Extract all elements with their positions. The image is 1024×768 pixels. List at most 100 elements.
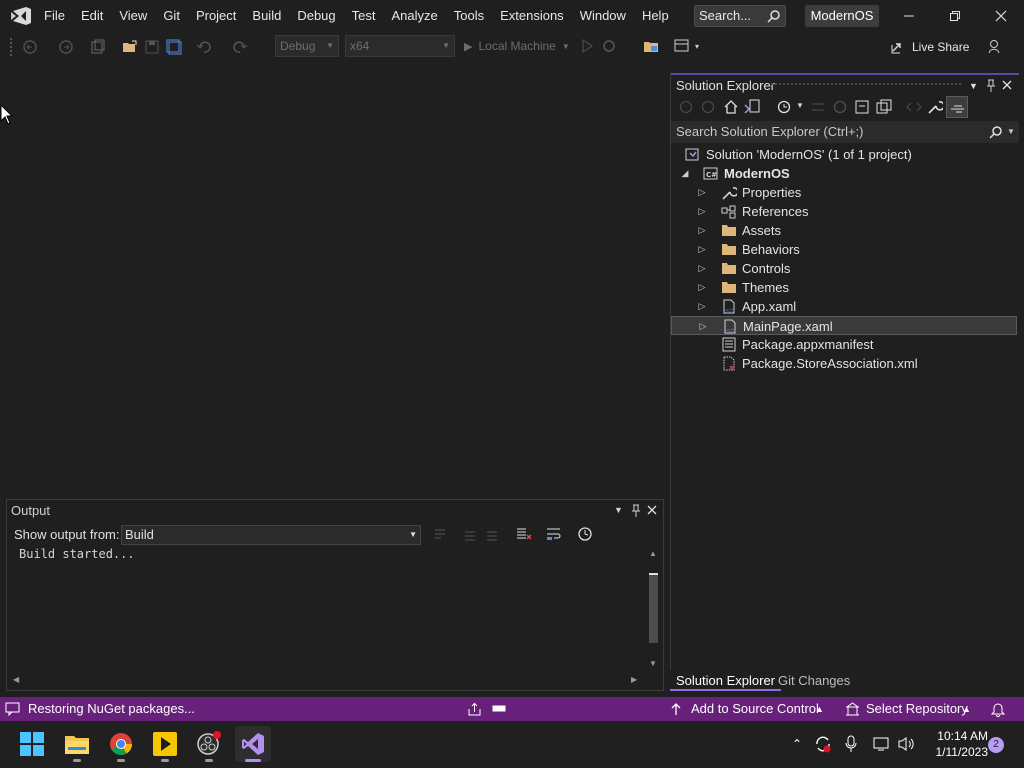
output-source-dropdown[interactable]: Build ▼ [121,525,421,545]
taskbar-media-player[interactable] [147,726,183,762]
select-repository-button[interactable]: Select Repository [866,697,968,721]
notification-bell-icon[interactable] [991,701,1005,717]
microphone-icon[interactable] [844,735,858,753]
pin-icon[interactable] [985,79,997,93]
collapsed-triangle-icon[interactable]: ▷ [696,221,708,240]
scroll-thumb[interactable] [649,573,658,643]
live-share-button[interactable]: Live Share [890,38,969,56]
taskbar-chrome[interactable] [103,726,139,762]
chevron-up-icon[interactable]: ▲ [815,697,824,721]
browse-folder-icon[interactable] [643,38,659,54]
taskbar-file-explorer[interactable] [59,726,95,762]
tree-item[interactable]: Package.appxmanifest [671,335,1017,354]
view-code-icon[interactable] [906,99,922,115]
pin-icon[interactable] [630,504,642,518]
clear-all-icon[interactable] [516,526,532,542]
volume-icon[interactable] [898,736,916,752]
tab-solution-explorer[interactable]: Solution Explorer [670,670,781,691]
collapsed-triangle-icon[interactable]: ▷ [696,259,708,278]
hot-reload-icon[interactable] [602,39,616,53]
menu-project[interactable]: Project [188,0,244,32]
open-folder-icon[interactable] [122,39,138,55]
start-button[interactable] [14,726,50,762]
clock-icon[interactable] [577,526,593,542]
back-nav-icon[interactable] [22,39,38,55]
collapsed-triangle-icon[interactable]: ▷ [696,202,708,221]
menu-window[interactable]: Window [572,0,634,32]
tree-item[interactable]: ▷ Behaviors [671,240,1017,259]
chevron-down-icon[interactable]: ▼ [614,505,623,515]
menu-extensions[interactable]: Extensions [492,0,572,32]
restore-button[interactable] [932,0,978,32]
tree-item[interactable]: Package.StoreAssociation.xml [671,354,1017,373]
taskbar-obs[interactable] [191,726,227,762]
tree-item[interactable]: ▷ Controls [671,259,1017,278]
menu-help[interactable]: Help [634,0,677,32]
chevron-up-icon[interactable]: ⌃ [792,737,802,751]
layout-icon[interactable] [674,38,690,54]
menu-analyze[interactable]: Analyze [383,0,445,32]
sync-icon[interactable] [810,99,826,115]
configuration-dropdown[interactable]: Debug ▼ [275,35,339,57]
start-debugging-button[interactable]: ▶ Local Machine ▼ [464,37,570,55]
menu-tools[interactable]: Tools [446,0,492,32]
search-box[interactable]: Search... [694,5,786,27]
home-icon[interactable] [723,99,739,115]
solution-search-box[interactable]: Search Solution Explorer (Ctrl+;) ▼ [671,121,1019,143]
next-message-icon[interactable] [485,527,499,541]
prev-message-icon[interactable] [463,527,477,541]
tree-project-node[interactable]: ◢ C# ModernOS [671,164,1017,183]
word-wrap-icon[interactable] [546,526,562,542]
back-icon[interactable] [679,100,693,114]
forward-nav-icon[interactable] [58,39,74,55]
minimize-button[interactable] [886,0,932,32]
network-icon[interactable] [873,736,891,752]
tree-item[interactable]: ▷ Properties [671,183,1017,202]
pending-changes-filter-icon[interactable] [776,99,792,115]
show-all-files-icon[interactable] [876,99,892,115]
sync-status-icon[interactable] [814,735,832,753]
chevron-up-icon[interactable]: ▲ [962,697,971,721]
find-message-icon[interactable] [433,527,447,541]
menu-file[interactable]: File [36,0,73,32]
redo-icon[interactable] [232,39,248,55]
switch-views-icon[interactable] [744,99,760,115]
expanded-triangle-icon[interactable]: ◢ [679,164,691,183]
project-name-badge[interactable]: ModernOS [805,5,879,27]
notification-count-badge[interactable]: 2 [988,737,1004,753]
upload-icon[interactable] [467,702,482,716]
menu-test[interactable]: Test [344,0,384,32]
chevron-down-icon[interactable]: ▼ [796,101,804,110]
save-all-icon[interactable] [166,39,182,55]
platform-dropdown[interactable]: x64 ▼ [345,35,455,57]
tree-item[interactable]: ▷ Assets [671,221,1017,240]
taskbar-clock[interactable]: 10:14 AM 1/11/2023 [924,728,989,760]
scroll-down-icon[interactable]: ▼ [649,659,657,668]
tab-git-changes[interactable]: Git Changes [772,670,856,691]
tree-solution-node[interactable]: Solution 'ModernOS' (1 of 1 project) [671,145,1017,164]
output-horizontal-scrollbar[interactable]: ◀ ▶ [9,675,645,689]
properties-wrench-icon[interactable] [927,99,943,115]
chevron-down-icon[interactable]: ▾ [695,42,699,51]
close-button[interactable] [978,0,1024,32]
tree-item[interactable]: ▷ </> MainPage.xaml [671,316,1017,335]
undo-icon[interactable] [196,39,212,55]
close-icon[interactable] [1002,80,1012,90]
menu-git[interactable]: Git [155,0,188,32]
refresh-icon[interactable] [832,99,848,115]
collapse-all-icon[interactable] [854,99,870,115]
add-to-source-control-button[interactable]: Add to Source Control [691,697,819,721]
panel-grip[interactable] [771,83,961,87]
preview-selected-items-button[interactable] [946,96,968,118]
tree-item[interactable]: ▷ </> App.xaml [671,297,1017,316]
chevron-down-icon[interactable]: ▼ [1007,121,1015,143]
save-icon[interactable] [144,39,160,55]
menu-debug[interactable]: Debug [289,0,343,32]
collapsed-triangle-icon[interactable]: ▷ [696,297,708,316]
editor-area[interactable] [0,62,670,498]
collapsed-triangle-icon[interactable]: ▷ [696,278,708,297]
menu-edit[interactable]: Edit [73,0,111,32]
feedback-icon[interactable] [987,38,1003,54]
output-vertical-scrollbar[interactable]: ▲ ▼ [647,549,661,674]
collapsed-triangle-icon[interactable]: ▷ [696,240,708,259]
